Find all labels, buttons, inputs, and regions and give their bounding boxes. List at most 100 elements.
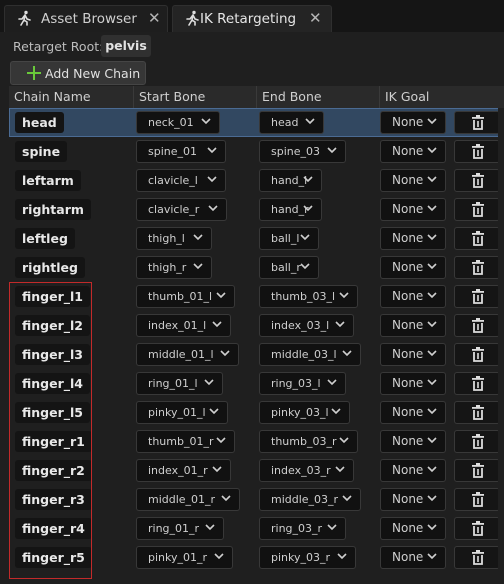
start-bone-dropdown[interactable]: thumb_01_r — [136, 430, 235, 453]
end-bone-dropdown[interactable]: hand_l — [259, 169, 322, 192]
ik-goal-dropdown[interactable]: None — [380, 343, 446, 366]
table-row[interactable]: finger_r4 ring_01_r ring_03_r None — [9, 514, 504, 543]
delete-chain-button[interactable] — [454, 517, 500, 540]
end-bone-dropdown[interactable]: ring_03_l — [259, 372, 346, 395]
delete-chain-button[interactable] — [454, 198, 500, 221]
ik-goal-dropdown[interactable]: None — [380, 227, 446, 250]
table-row[interactable]: head neck_01 head None — [9, 108, 504, 137]
ik-goal-dropdown[interactable]: None — [380, 314, 446, 337]
end-bone-dropdown[interactable]: middle_03_l — [259, 343, 361, 366]
end-bone-dropdown[interactable]: pinky_03_l — [259, 401, 350, 424]
ik-goal-dropdown[interactable]: None — [380, 488, 446, 511]
add-new-chain-button[interactable]: Add New Chain — [10, 61, 146, 85]
start-bone-dropdown[interactable]: clavicle_r — [136, 198, 227, 221]
chain-name[interactable]: finger_l5 — [15, 402, 90, 423]
table-row[interactable]: leftleg thigh_l ball_l None — [9, 224, 504, 253]
chain-name[interactable]: finger_r1 — [15, 431, 92, 452]
start-bone-dropdown[interactable]: clavicle_l — [136, 169, 226, 192]
table-row[interactable]: spine spine_01 spine_03 None — [9, 137, 504, 166]
end-bone-dropdown[interactable]: head — [259, 111, 324, 134]
start-bone-dropdown[interactable]: thumb_01_l — [136, 285, 235, 308]
delete-chain-button[interactable] — [454, 546, 500, 569]
table-row[interactable]: leftarm clavicle_l hand_l None — [9, 166, 504, 195]
start-bone-dropdown[interactable]: pinky_01_l — [136, 401, 228, 424]
table-row[interactable]: rightarm clavicle_r hand_r None — [9, 195, 504, 224]
chain-name[interactable]: finger_l3 — [15, 344, 90, 365]
ik-goal-dropdown[interactable]: None — [380, 517, 446, 540]
close-icon[interactable]: ✕ — [309, 9, 322, 27]
column-header-chain-name[interactable]: Chain Name — [9, 86, 134, 108]
delete-chain-button[interactable] — [454, 401, 500, 424]
ik-goal-dropdown[interactable]: None — [380, 372, 446, 395]
delete-chain-button[interactable] — [454, 372, 500, 395]
table-row[interactable]: rightleg thigh_r ball_r None — [9, 253, 504, 282]
start-bone-dropdown[interactable]: thigh_l — [136, 227, 212, 250]
table-row[interactable]: finger_l2 index_01_l index_03_l None — [9, 311, 504, 340]
start-bone-dropdown[interactable]: neck_01 — [136, 111, 220, 134]
column-header-ik-goal[interactable]: IK Goal — [380, 86, 504, 108]
start-bone-dropdown[interactable]: index_01_l — [136, 314, 231, 337]
ik-goal-dropdown[interactable]: None — [380, 198, 446, 221]
table-row[interactable]: finger_l3 middle_01_l middle_03_l None — [9, 340, 504, 369]
chain-name[interactable]: leftleg — [15, 228, 75, 249]
start-bone-dropdown[interactable]: index_01_r — [136, 459, 231, 482]
table-row[interactable]: finger_l5 pinky_01_l pinky_03_l None — [9, 398, 504, 427]
table-row[interactable]: finger_l4 ring_01_l ring_03_l None — [9, 369, 504, 398]
end-bone-dropdown[interactable]: pinky_03_r — [259, 546, 356, 569]
end-bone-dropdown[interactable]: index_03_l — [259, 314, 354, 337]
delete-chain-button[interactable] — [454, 488, 500, 511]
chain-name[interactable]: finger_r2 — [15, 460, 92, 481]
delete-chain-button[interactable] — [454, 285, 500, 308]
ik-goal-dropdown[interactable]: None — [380, 169, 446, 192]
table-row[interactable]: finger_l1 thumb_01_l thumb_03_l None — [9, 282, 504, 311]
delete-chain-button[interactable] — [454, 111, 500, 134]
chain-name[interactable]: finger_l4 — [15, 373, 90, 394]
chain-name[interactable]: finger_l1 — [15, 286, 90, 307]
end-bone-dropdown[interactable]: hand_r — [259, 198, 322, 221]
ik-goal-dropdown[interactable]: None — [380, 459, 446, 482]
ik-goal-dropdown[interactable]: None — [380, 256, 446, 279]
column-header-end-bone[interactable]: End Bone — [257, 86, 380, 108]
ik-goal-dropdown[interactable]: None — [380, 430, 446, 453]
ik-goal-dropdown[interactable]: None — [380, 111, 446, 134]
delete-chain-button[interactable] — [454, 459, 500, 482]
start-bone-dropdown[interactable]: pinky_01_r — [136, 546, 233, 569]
delete-chain-button[interactable] — [454, 314, 500, 337]
start-bone-dropdown[interactable]: thigh_r — [136, 256, 212, 279]
chain-name[interactable]: finger_r3 — [15, 489, 92, 510]
chain-name[interactable]: spine — [15, 141, 68, 162]
delete-chain-button[interactable] — [454, 430, 500, 453]
chain-name[interactable]: leftarm — [15, 170, 81, 191]
ik-goal-dropdown[interactable]: None — [380, 546, 446, 569]
delete-chain-button[interactable] — [454, 140, 500, 163]
end-bone-dropdown[interactable]: ball_r — [259, 256, 319, 279]
delete-chain-button[interactable] — [454, 227, 500, 250]
end-bone-dropdown[interactable]: thumb_03_l — [259, 285, 358, 308]
start-bone-dropdown[interactable]: ring_01_r — [136, 517, 224, 540]
table-row[interactable]: finger_r5 pinky_01_r pinky_03_r None — [9, 543, 504, 572]
column-header-start-bone[interactable]: Start Bone — [134, 86, 257, 108]
start-bone-dropdown[interactable]: ring_01_l — [136, 372, 223, 395]
delete-chain-button[interactable] — [454, 343, 500, 366]
ik-goal-dropdown[interactable]: None — [380, 401, 446, 424]
chain-name[interactable]: rightleg — [15, 257, 85, 278]
scrollbar[interactable] — [498, 108, 504, 584]
tab-ik-retargeting[interactable]: IK Retargeting ✕ — [172, 5, 332, 32]
delete-chain-button[interactable] — [454, 169, 500, 192]
start-bone-dropdown[interactable]: spine_01 — [136, 140, 226, 163]
end-bone-dropdown[interactable]: index_03_r — [259, 459, 354, 482]
end-bone-dropdown[interactable]: ring_03_r — [259, 517, 346, 540]
table-row[interactable]: finger_r3 middle_01_r middle_03_r None — [9, 485, 504, 514]
chain-name[interactable]: rightarm — [15, 199, 91, 220]
table-row[interactable]: finger_r2 index_01_r index_03_r None — [9, 456, 504, 485]
chain-name[interactable]: finger_l2 — [15, 315, 90, 336]
start-bone-dropdown[interactable]: middle_01_r — [136, 488, 240, 511]
end-bone-dropdown[interactable]: ball_l — [259, 227, 319, 250]
close-icon[interactable]: ✕ — [148, 9, 161, 27]
end-bone-dropdown[interactable]: middle_03_r — [259, 488, 361, 511]
chain-name[interactable]: head — [15, 112, 64, 133]
ik-goal-dropdown[interactable]: None — [380, 140, 446, 163]
end-bone-dropdown[interactable]: spine_03 — [259, 140, 346, 163]
chain-name[interactable]: finger_r4 — [15, 518, 92, 539]
ik-goal-dropdown[interactable]: None — [380, 285, 446, 308]
